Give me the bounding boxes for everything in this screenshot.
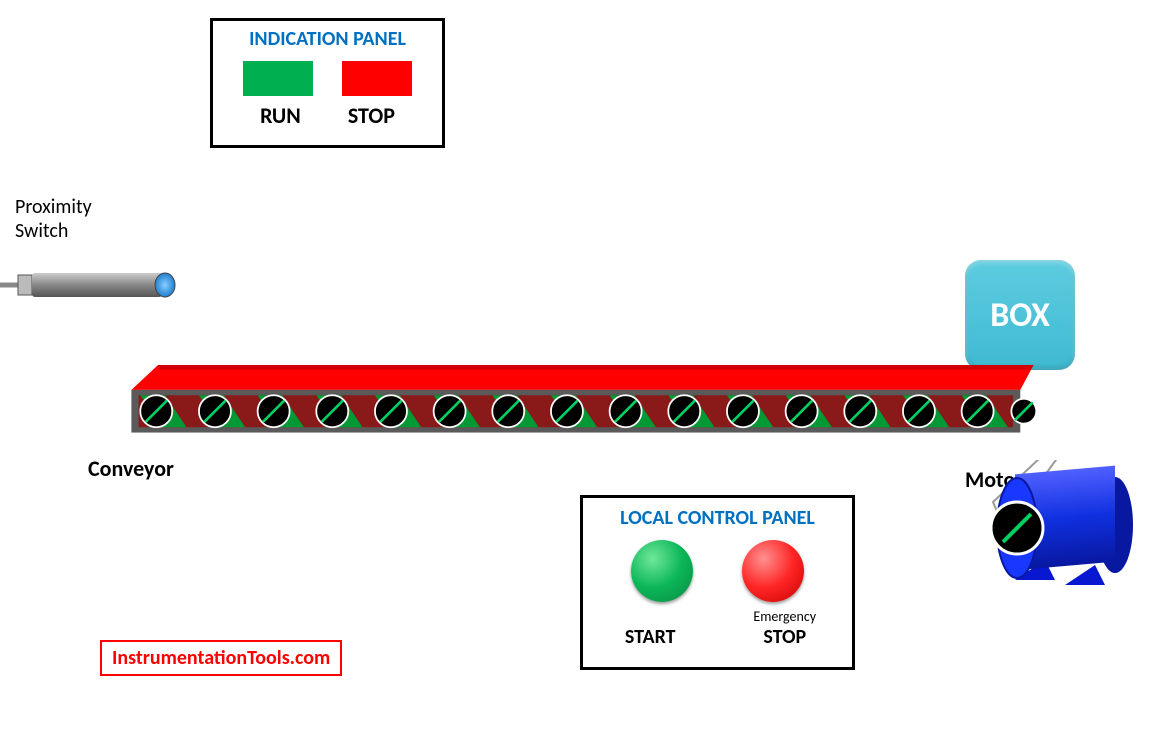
run-indicator-light (243, 61, 313, 96)
watermark: InstrumentationTools.com (100, 640, 342, 676)
motor-icon (985, 460, 1145, 600)
local-control-panel: LOCAL CONTROL PANEL START Emergency STOP (580, 495, 855, 670)
box-label: BOX (990, 295, 1050, 336)
stop-indicator-light (342, 61, 412, 96)
box-item: BOX (965, 260, 1075, 370)
conveyor-icon (75, 365, 1090, 445)
emergency-stop-button[interactable] (742, 540, 804, 602)
start-button-label: START (583, 625, 718, 649)
conveyor-label: Conveyor (88, 455, 174, 482)
run-indicator-label: RUN (260, 102, 301, 129)
start-button[interactable] (631, 540, 693, 602)
local-panel-title: LOCAL CONTROL PANEL (583, 506, 852, 530)
indication-panel-title: INDICATION PANEL (213, 27, 442, 51)
proximity-switch-icon (0, 265, 190, 305)
proximity-switch-label: Proximity Switch (15, 195, 92, 243)
indication-panel: INDICATION PANEL RUN STOP (210, 18, 445, 148)
stop-button-label: Emergency STOP (718, 608, 853, 649)
stop-indicator-label: STOP (348, 102, 395, 129)
